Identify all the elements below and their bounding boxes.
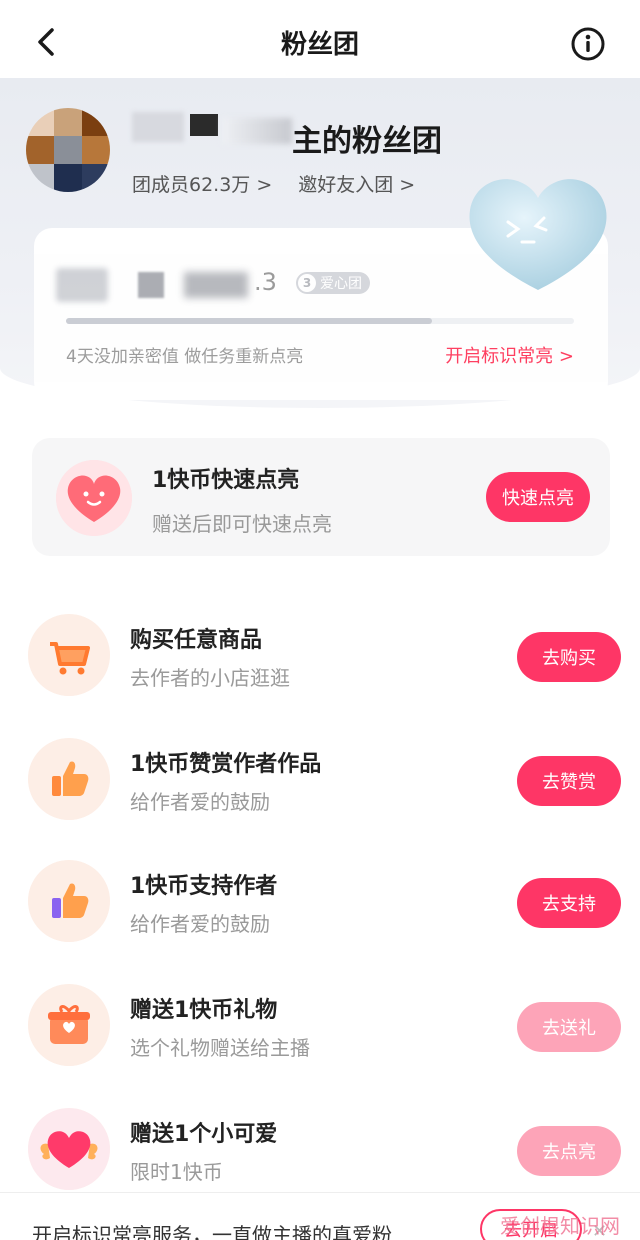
task-item: 1快币支持作者 给作者爱的鼓励 去支持 xyxy=(0,860,640,960)
fan-level-badge: 3 爱心团 xyxy=(296,272,370,294)
nav-bar: 粉丝团 xyxy=(0,0,640,84)
heart-mascot-icon xyxy=(469,179,607,290)
intimacy-progress-bar xyxy=(66,318,574,324)
avatar[interactable] xyxy=(26,108,110,192)
task-item: 赠送1快币礼物 选个礼物赠送给主播 去送礼 xyxy=(0,984,640,1084)
watermark: 爱创根知识网 xyxy=(500,1214,620,1238)
blurred-avatar xyxy=(56,268,108,302)
info-icon[interactable] xyxy=(570,26,606,62)
go-reward-button[interactable]: 去赞赏 xyxy=(517,756,621,806)
gift-icon xyxy=(28,984,110,1066)
quick-light-title: 1快币快速点亮 xyxy=(152,468,300,493)
go-buy-button[interactable]: 去购买 xyxy=(517,632,621,682)
task-subtitle: 去作者的小店逛逛 xyxy=(130,666,290,690)
group-name: 主的粉丝团 xyxy=(292,124,442,159)
blurred-name-part xyxy=(184,272,248,298)
task-title: 购买任意商品 xyxy=(130,628,263,653)
footer-text: 开启标识常亮服务，一直做主播的真爱粉 xyxy=(32,1223,392,1240)
blurred-name-part xyxy=(190,114,218,136)
task-subtitle: 给作者爱的鼓励 xyxy=(130,912,270,936)
task-title: 赠送1快币礼物 xyxy=(130,998,278,1023)
task-subtitle: 选个礼物赠送给主播 xyxy=(130,1036,310,1060)
heart-face-icon xyxy=(56,460,132,536)
go-gift-button[interactable]: 去送礼 xyxy=(517,1002,621,1052)
blurred-name-part xyxy=(222,118,292,144)
quick-light-subtitle: 赠送后即可快速点亮 xyxy=(152,512,332,536)
quick-light-button[interactable]: 快速点亮 xyxy=(486,472,590,522)
task-title: 1快币支持作者 xyxy=(130,874,278,899)
page-title: 粉丝团 xyxy=(280,30,359,60)
thumbs-up-icon xyxy=(28,738,110,820)
members-link[interactable]: 团成员62.3万 > xyxy=(132,170,272,197)
task-title: 1快币赞赏作者作品 xyxy=(130,752,322,777)
user-name-suffix: .3 xyxy=(254,268,277,296)
enable-badge-link[interactable]: 开启标识常亮 > xyxy=(445,342,574,368)
blurred-name-part xyxy=(132,112,184,142)
invite-link[interactable]: 邀好友入团 > xyxy=(298,170,415,197)
badge-label: 爱心团 xyxy=(320,276,362,292)
level-number: 3 xyxy=(298,274,316,292)
task-item: 1快币赞赏作者作品 给作者爱的鼓励 去赞赏 xyxy=(0,738,640,838)
shopping-cart-icon xyxy=(28,614,110,696)
quick-light-card: 1快币快速点亮 赠送后即可快速点亮 快速点亮 xyxy=(32,438,610,556)
blurred-name-part xyxy=(138,272,164,298)
task-subtitle: 给作者爱的鼓励 xyxy=(130,790,270,814)
go-light-button[interactable]: 去点亮 xyxy=(517,1126,621,1176)
winged-heart-icon xyxy=(28,1108,110,1190)
progress-fill xyxy=(66,318,432,324)
thumbs-up-purple-icon xyxy=(28,860,110,942)
intimacy-hint: 4天没加亲密值 做任务重新点亮 xyxy=(66,347,304,367)
task-subtitle: 限时1快币 xyxy=(130,1160,223,1184)
task-item: 购买任意商品 去作者的小店逛逛 去购买 xyxy=(0,614,640,714)
group-links: 团成员62.3万 > 邀好友入团 > xyxy=(132,170,415,197)
task-title: 赠送1个小可爱 xyxy=(130,1122,278,1147)
go-support-button[interactable]: 去支持 xyxy=(517,878,621,928)
